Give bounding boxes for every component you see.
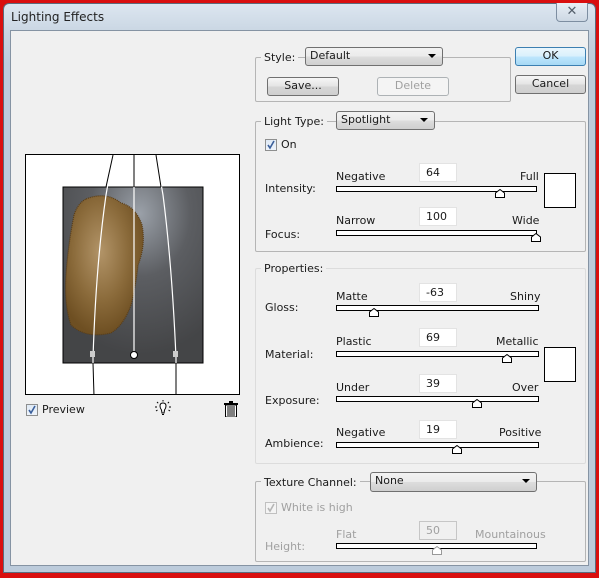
slider-thumb[interactable]: [531, 233, 541, 242]
material-input[interactable]: 69: [419, 328, 457, 347]
light-on-label: On: [281, 138, 297, 151]
light-handle-right: [173, 351, 178, 357]
light-handle-left: [90, 351, 95, 357]
slider-thumb[interactable]: [501, 354, 512, 363]
preview-image: [62, 155, 204, 394]
focus-slider[interactable]: [336, 230, 541, 242]
intensity-min-label: Negative: [336, 170, 386, 183]
lighting-effects-dialog: Lighting Effects ✕ Preview OK Cancel Sty…: [3, 3, 596, 573]
preview-checkbox[interactable]: [26, 404, 38, 416]
height-input[interactable]: 50: [419, 521, 457, 540]
texture-selected-value: None: [375, 474, 404, 487]
trash-icon: [224, 401, 238, 418]
intensity-input[interactable]: 64: [419, 163, 457, 182]
height-max-label: Mountainous: [475, 528, 546, 541]
height-min-label: Flat: [336, 528, 357, 541]
chevron-down-icon: [428, 54, 436, 58]
dialog-body: Preview OK Cancel Style: Default Save...…: [10, 30, 589, 566]
close-icon: ✕: [566, 4, 578, 19]
gloss-max-label: Shiny: [510, 290, 541, 303]
style-select[interactable]: Default: [305, 47, 443, 66]
save-style-button[interactable]: Save...: [267, 77, 339, 96]
height-slider[interactable]: [336, 543, 537, 555]
delete-light-button[interactable]: [224, 401, 238, 420]
light-center-handle: [130, 351, 138, 359]
slider-thumb[interactable]: [451, 445, 462, 454]
slider-thumb[interactable]: [471, 399, 482, 408]
gloss-input[interactable]: -63: [419, 283, 457, 302]
focus-min-label: Narrow: [336, 214, 376, 227]
intensity-slider[interactable]: [336, 186, 537, 198]
exposure-slider[interactable]: [336, 396, 539, 408]
ambience-input[interactable]: 19: [419, 420, 457, 439]
ambience-min-label: Negative: [336, 426, 386, 439]
material-max-label: Metallic: [496, 335, 539, 348]
preview-label: Preview: [42, 403, 85, 416]
chevron-down-icon: [522, 479, 530, 483]
height-label: Height:: [265, 540, 306, 553]
new-light-button[interactable]: [154, 400, 172, 421]
focus-label: Focus:: [265, 228, 301, 241]
focus-input[interactable]: 100: [419, 207, 457, 226]
style-selected-value: Default: [310, 49, 351, 62]
texture-channel-label: Texture Channel:: [261, 476, 360, 489]
exposure-min-label: Under: [336, 381, 370, 394]
exposure-max-label: Over: [512, 381, 539, 394]
material-slider[interactable]: [336, 351, 539, 363]
title-bar: Lighting Effects ✕: [4, 3, 595, 32]
focus-max-label: Wide: [512, 214, 540, 227]
light-color-swatch[interactable]: [544, 173, 576, 208]
ambience-label: Ambience:: [265, 437, 324, 450]
close-button[interactable]: ✕: [556, 3, 588, 22]
lightbulb-icon: [155, 400, 171, 415]
material-min-label: Plastic: [336, 335, 372, 348]
ambience-slider[interactable]: [336, 442, 539, 454]
preview-canvas[interactable]: [25, 154, 240, 395]
exposure-label: Exposure:: [265, 394, 320, 407]
exposure-input[interactable]: 39: [419, 374, 457, 393]
light-type-selected-value: Spotlight: [341, 113, 391, 126]
light-type-select[interactable]: Spotlight: [336, 111, 435, 130]
texture-channel-select[interactable]: None: [370, 472, 537, 492]
ok-button[interactable]: OK: [515, 47, 586, 66]
slider-thumb[interactable]: [369, 308, 380, 317]
slider-thumb[interactable]: [431, 546, 442, 555]
style-label: Style:: [261, 51, 299, 64]
window-title: Lighting Effects: [11, 10, 105, 24]
ambient-color-swatch[interactable]: [544, 347, 576, 382]
properties-label: Properties:: [261, 262, 327, 275]
gloss-min-label: Matte: [336, 290, 368, 303]
intensity-label: Intensity:: [265, 182, 316, 195]
white-is-high-checkbox[interactable]: [265, 502, 277, 514]
gloss-label: Gloss:: [265, 301, 299, 314]
ambience-max-label: Positive: [499, 426, 542, 439]
white-is-high-label: White is high: [281, 501, 353, 514]
delete-style-button[interactable]: Delete: [377, 77, 449, 96]
cancel-button[interactable]: Cancel: [515, 75, 586, 94]
material-label: Material:: [265, 348, 314, 361]
gloss-slider[interactable]: [336, 305, 539, 317]
intensity-max-label: Full: [520, 170, 539, 183]
chevron-down-icon: [420, 118, 428, 122]
light-type-label: Light Type:: [261, 115, 327, 128]
slider-thumb[interactable]: [495, 189, 506, 198]
light-on-checkbox[interactable]: [265, 139, 277, 151]
